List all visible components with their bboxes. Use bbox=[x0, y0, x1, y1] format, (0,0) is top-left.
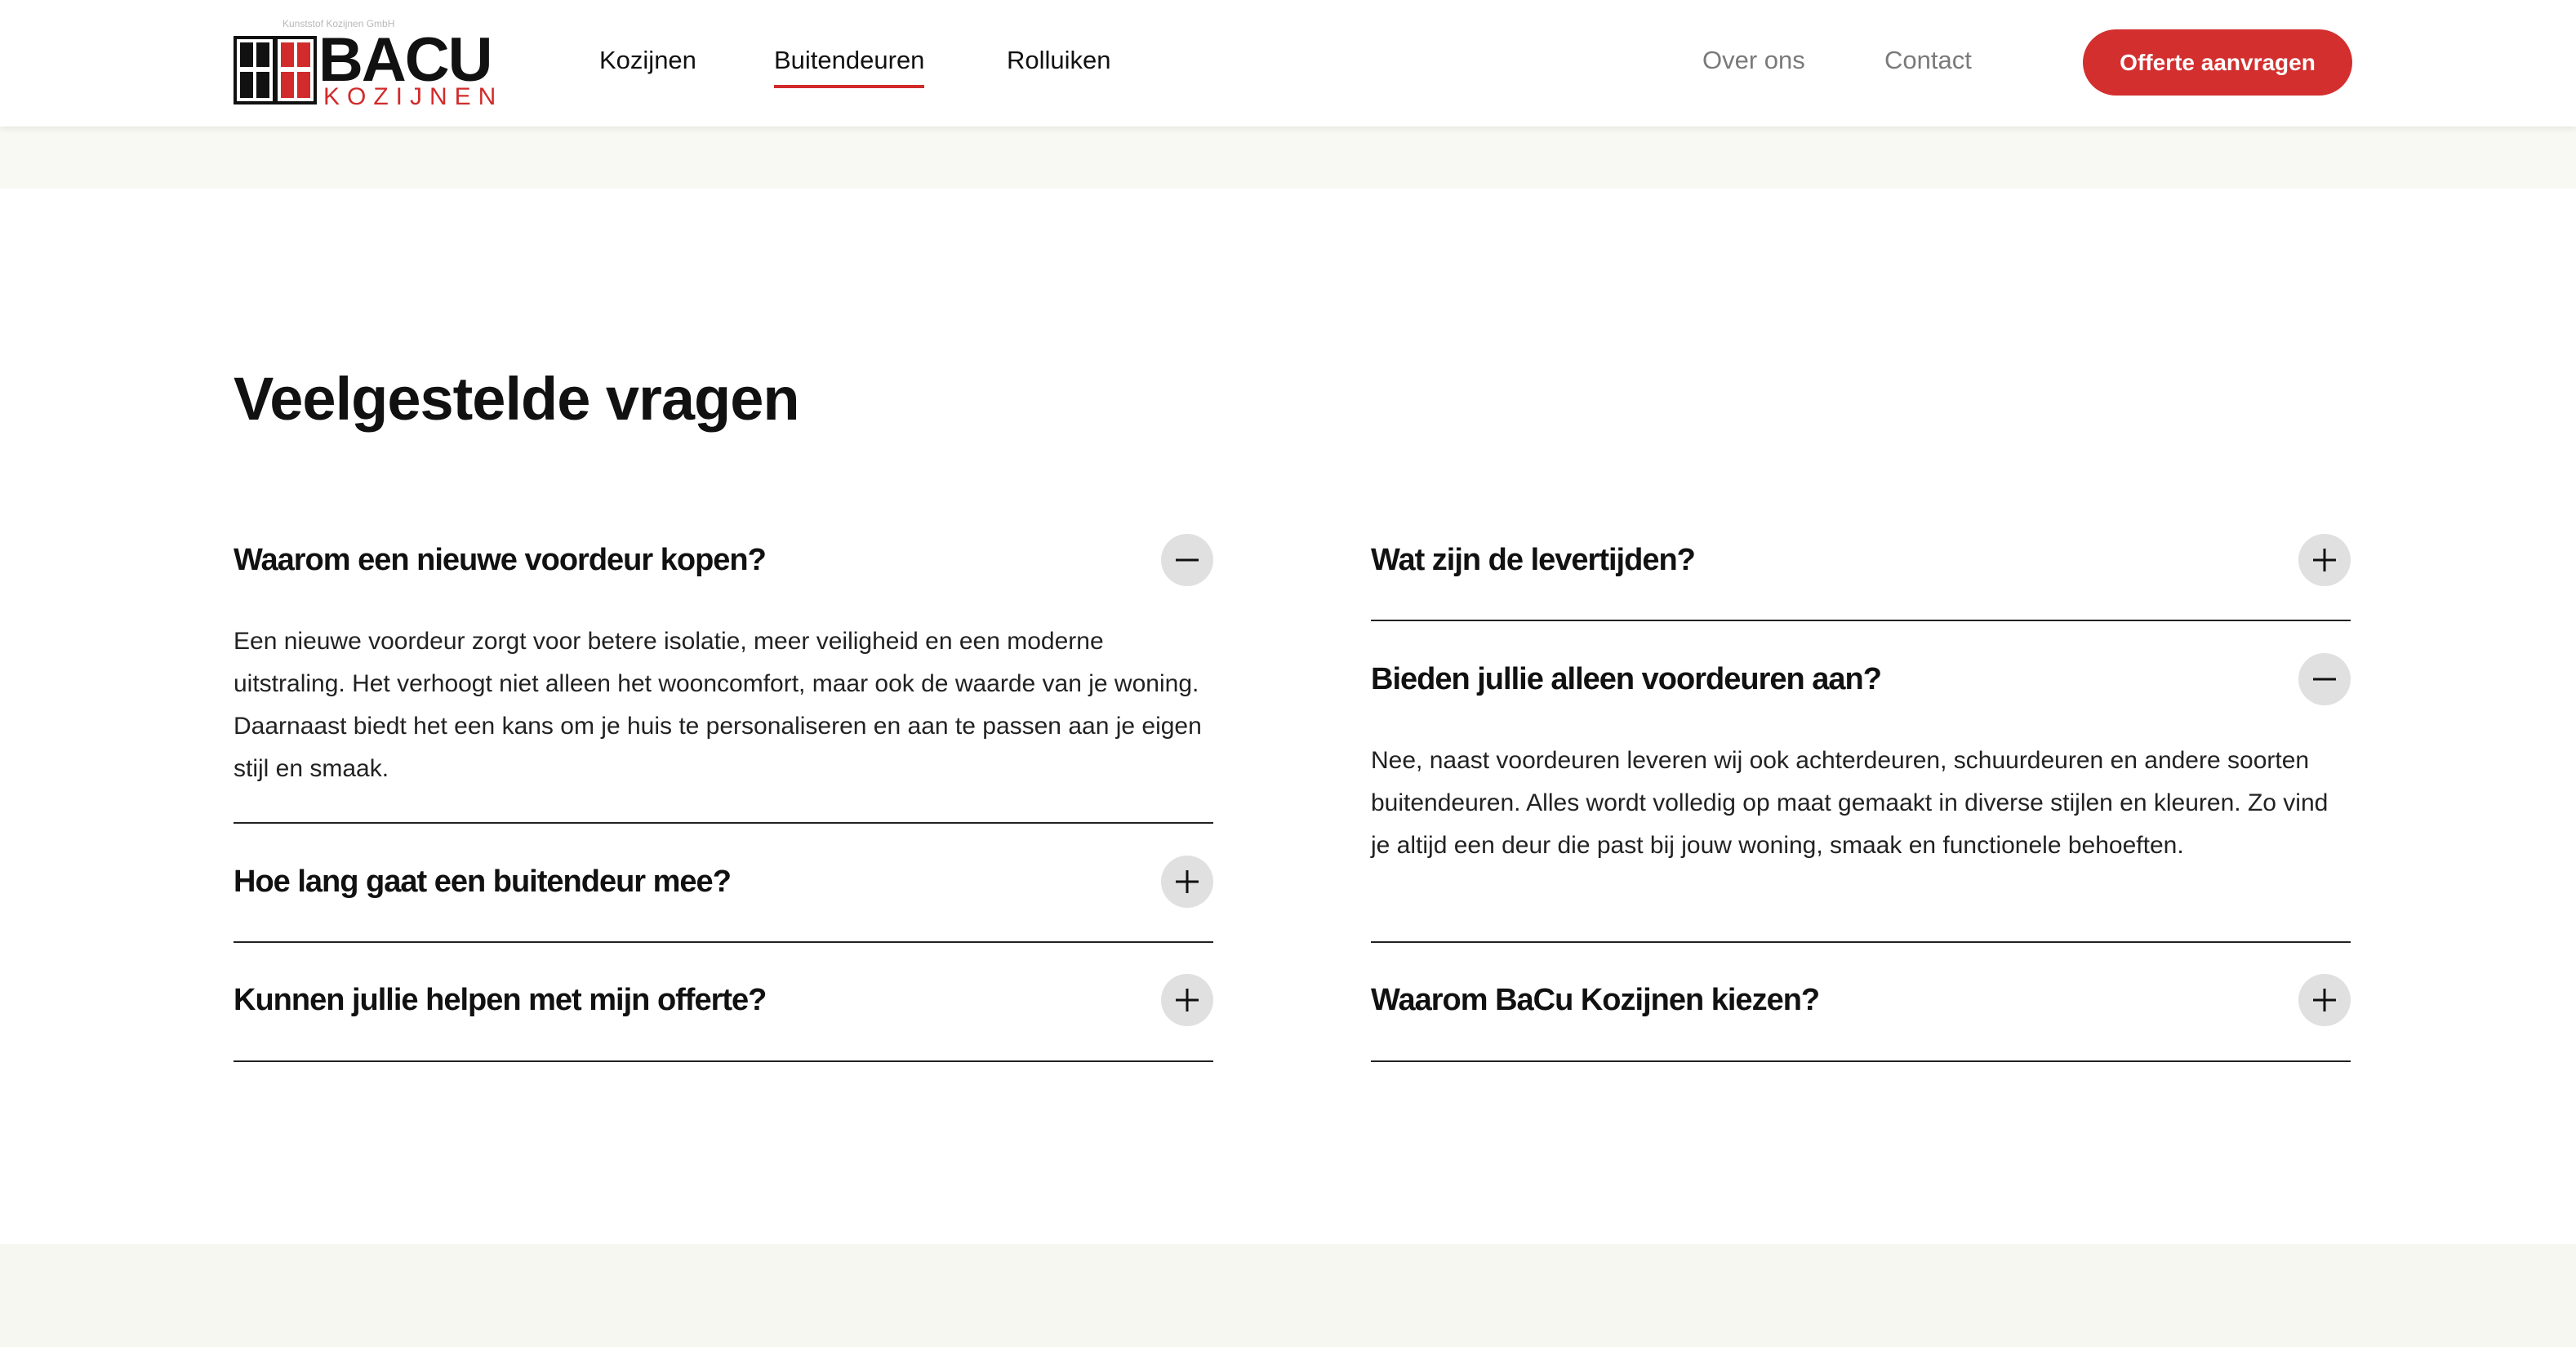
offerte-aanvragen-button[interactable]: Offerte aanvragen bbox=[2083, 29, 2352, 96]
nav-rolluiken[interactable]: Rolluiken bbox=[1007, 46, 1111, 75]
nav-over-ons[interactable]: Over ons bbox=[1702, 46, 1805, 75]
minus-icon[interactable] bbox=[1161, 534, 1213, 586]
site-header: Kunststof Kozijnen GmbH BACU KOZIJNEN Ko… bbox=[0, 0, 2576, 127]
faq-title: Veelgestelde vragen bbox=[234, 365, 800, 433]
minus-icon[interactable] bbox=[2298, 653, 2351, 705]
faq-question[interactable]: Waarom een nieuwe voordeur kopen? bbox=[234, 542, 767, 580]
faq-question[interactable]: Hoe lang gaat een buitendeur mee? bbox=[234, 864, 732, 901]
beige-band bbox=[0, 127, 2576, 189]
faq-question[interactable]: Kunnen jullie helpen met mijn offerte? bbox=[234, 982, 767, 1020]
plus-icon[interactable] bbox=[2298, 534, 2351, 586]
divider bbox=[1371, 620, 2351, 621]
divider bbox=[234, 822, 1213, 824]
faq-question[interactable]: Waarom BaCu Kozijnen kiezen? bbox=[1371, 982, 1820, 1020]
divider bbox=[234, 1060, 1213, 1062]
faq-question[interactable]: Wat zijn de levertijden? bbox=[1371, 542, 1696, 580]
logo-brand: BACU bbox=[318, 25, 493, 95]
logo-subtitle: KOZIJNEN bbox=[323, 83, 504, 110]
faq-answer: Nee, naast voordeuren leveren wij ook ac… bbox=[1371, 747, 2329, 859]
bacu-logo[interactable]: Kunststof Kozijnen GmbH BACU KOZIJNEN bbox=[234, 18, 496, 109]
nav-contact[interactable]: Contact bbox=[1884, 46, 1972, 75]
divider bbox=[1371, 941, 2351, 943]
divider bbox=[1371, 1060, 2351, 1062]
plus-icon[interactable] bbox=[1161, 974, 1213, 1026]
divider bbox=[234, 941, 1213, 943]
footer-band bbox=[0, 1244, 2576, 1347]
nav-kozijnen[interactable]: Kozijnen bbox=[599, 46, 696, 75]
nav-buitendeuren[interactable]: Buitendeuren bbox=[774, 46, 925, 88]
plus-icon[interactable] bbox=[1161, 856, 1213, 908]
faq-answer: Een nieuwe voordeur zorgt voor betere is… bbox=[234, 628, 1202, 782]
window-logo-icon bbox=[234, 36, 317, 104]
faq-question[interactable]: Bieden jullie alleen voordeuren aan? bbox=[1371, 661, 1882, 699]
plus-icon[interactable] bbox=[2298, 974, 2351, 1026]
